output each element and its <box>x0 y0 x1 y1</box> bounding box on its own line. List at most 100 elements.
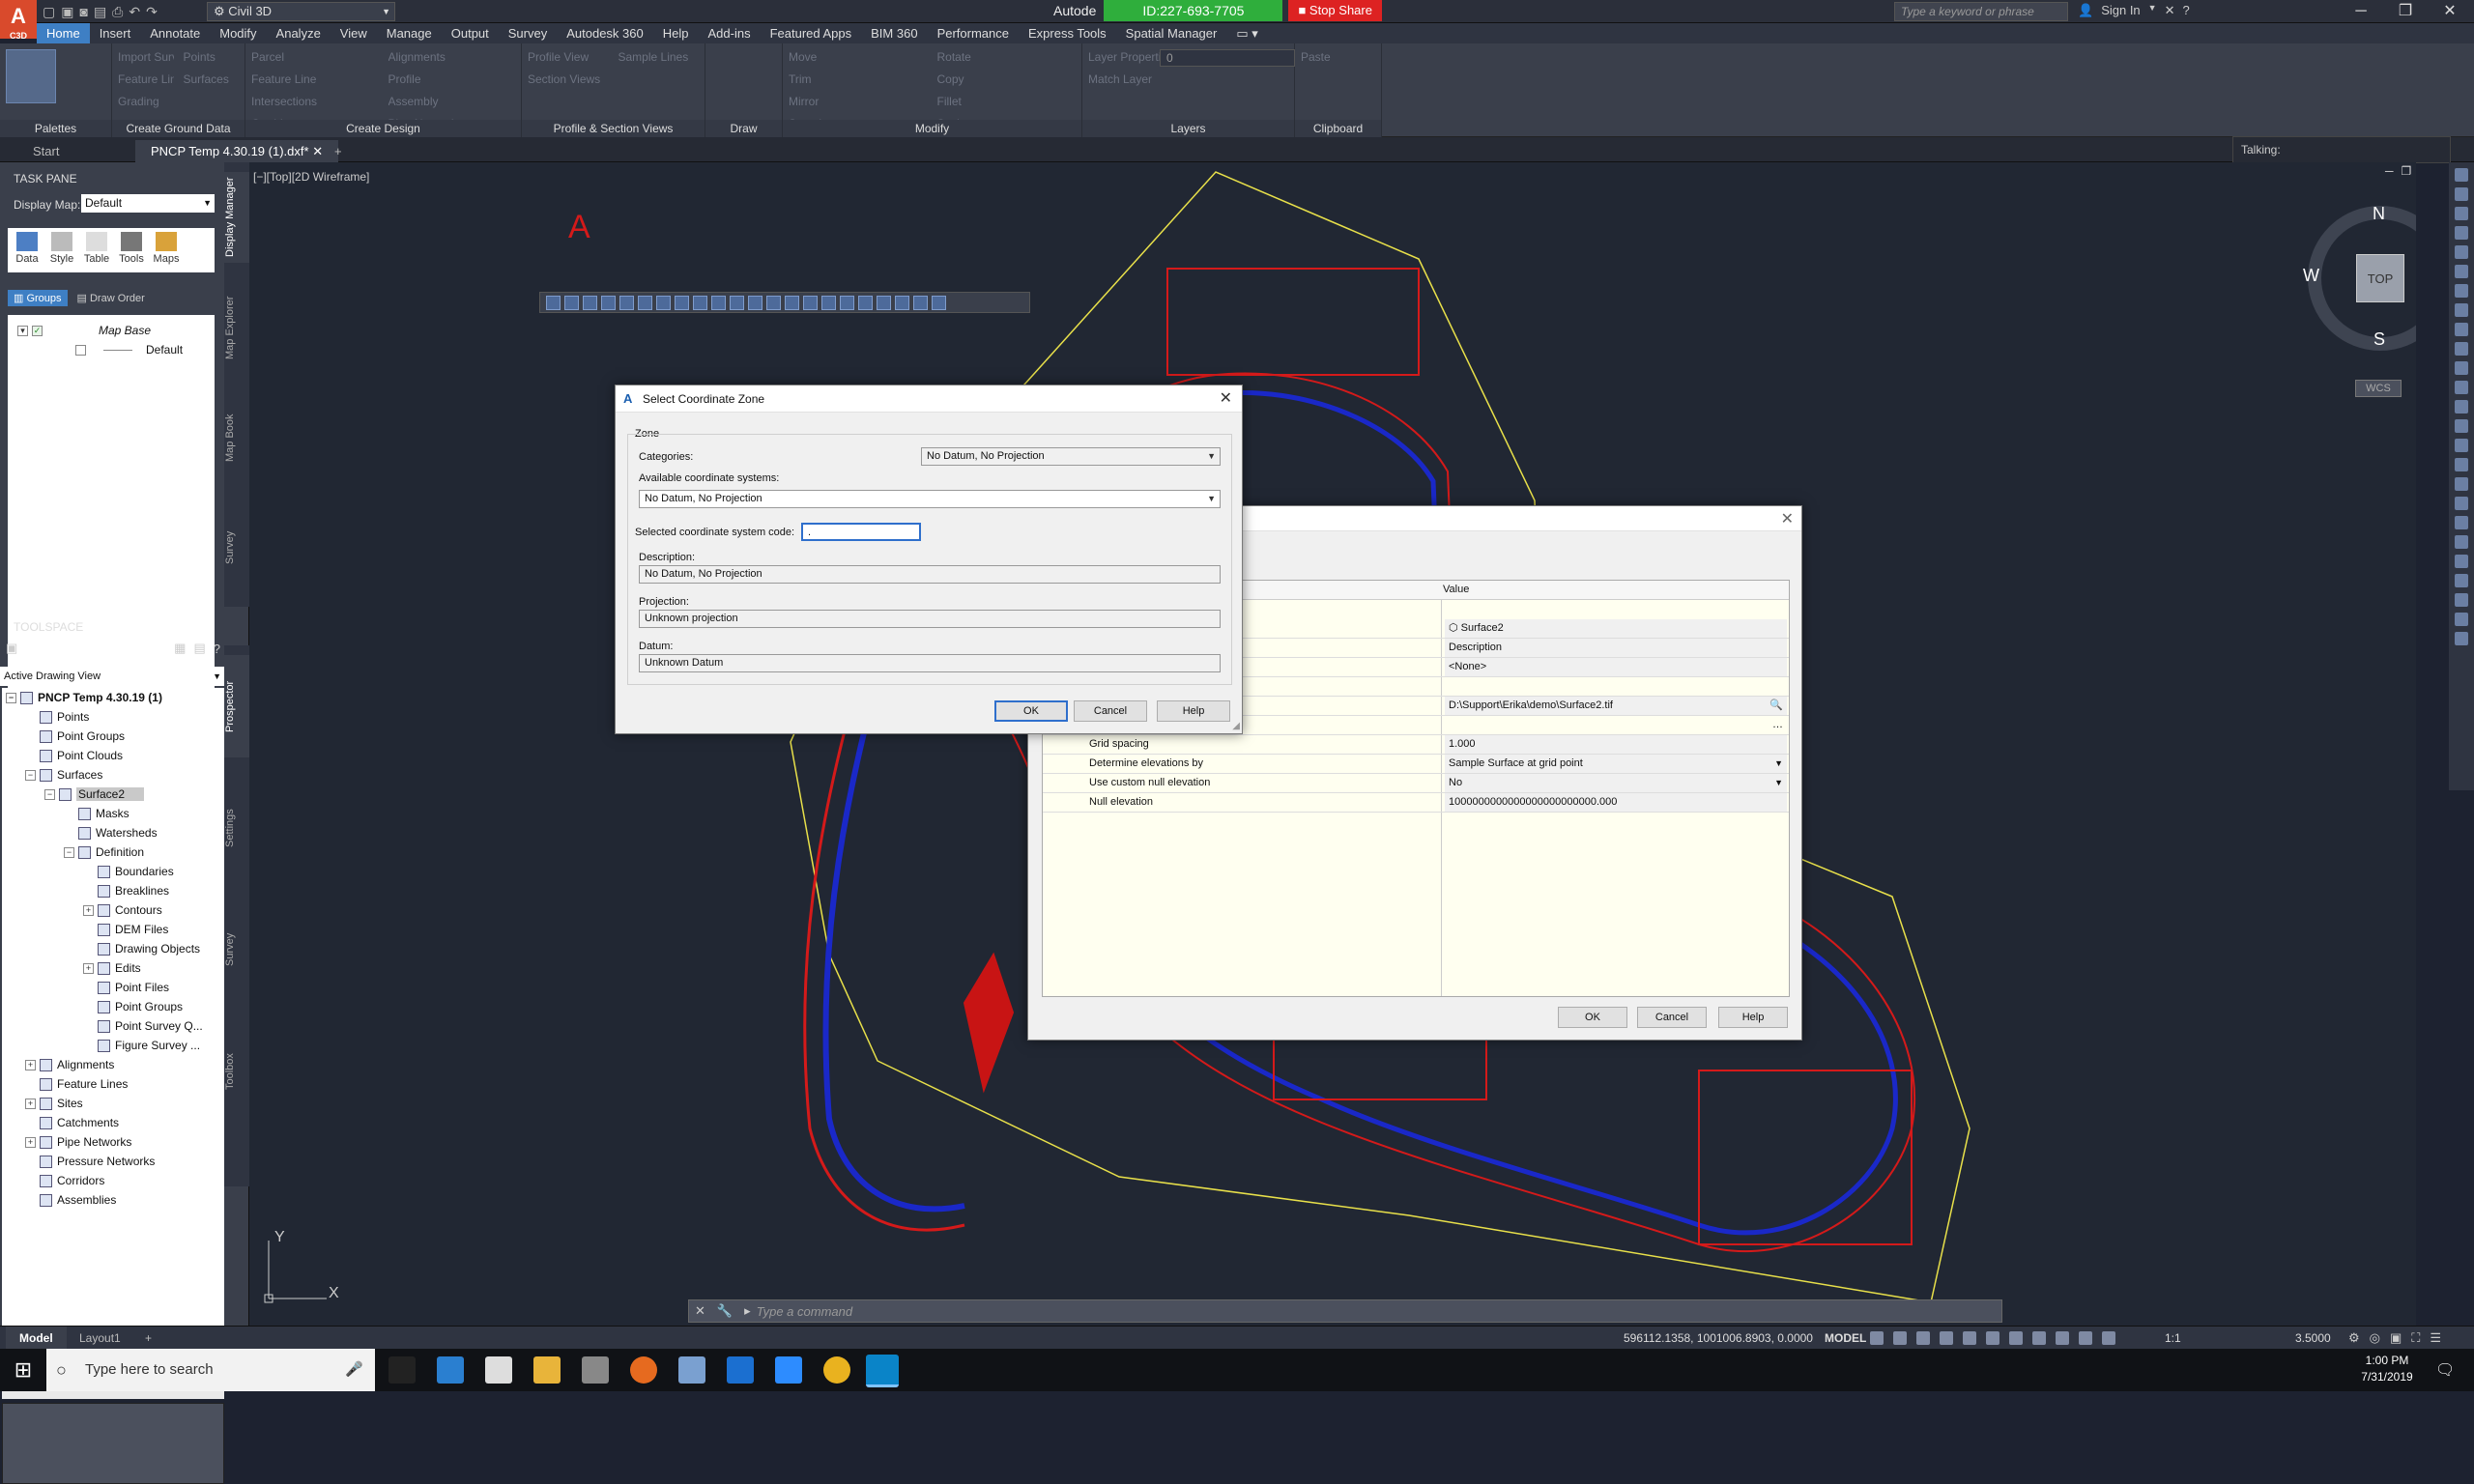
prospector-item[interactable]: Point Groups <box>6 727 224 746</box>
minimize-button[interactable]: ─ <box>2339 0 2383 23</box>
tool-icon[interactable] <box>2455 168 2468 182</box>
browser-icon[interactable] <box>437 1356 464 1384</box>
ribbon-panel-label[interactable]: Palettes <box>0 120 111 137</box>
groups-tab[interactable]: ▥ Groups <box>8 289 68 306</box>
help-button[interactable]: Help <box>1157 700 1230 722</box>
prospector-item[interactable]: Point Survey Q... <box>6 1016 224 1036</box>
units-icon[interactable] <box>2102 1331 2115 1345</box>
map-tool-icon[interactable] <box>730 295 744 310</box>
map-tool-icon[interactable] <box>675 295 689 310</box>
collapse-icon[interactable]: − <box>44 789 55 801</box>
dem-cancel-button[interactable]: Cancel <box>1637 1007 1707 1028</box>
print-icon[interactable]: ⎙ <box>112 4 123 20</box>
map-tool-icon[interactable] <box>564 295 579 310</box>
tab-autodesk-360[interactable]: Autodesk 360 <box>557 23 653 43</box>
prospector-item[interactable]: Watersheds <box>6 823 224 842</box>
model-tab[interactable]: Model <box>6 1327 67 1350</box>
tab-start[interactable]: Start <box>17 140 74 162</box>
expand-icon[interactable]: + <box>25 1099 36 1110</box>
tool-icon[interactable] <box>2455 400 2468 414</box>
model-space-button[interactable]: MODEL <box>1825 1327 1866 1350</box>
snap-icon[interactable] <box>1893 1331 1907 1345</box>
workspace-dropdown[interactable]: ⚙ Civil 3D ▼ <box>207 2 395 21</box>
tab-manage[interactable]: Manage <box>377 23 442 43</box>
clock[interactable]: 1:00 PM 7/31/2019 <box>2348 1353 2426 1385</box>
prospector-item[interactable]: Catchments <box>6 1113 224 1132</box>
map-tool-icon[interactable] <box>821 295 836 310</box>
tab-performance[interactable]: Performance <box>928 23 1019 43</box>
close-icon[interactable]: ✕ <box>1220 385 1232 413</box>
ribbon-item[interactable]: Import Survey Data <box>118 47 174 67</box>
checkbox-icon[interactable] <box>75 345 86 357</box>
ribbon-panel-label[interactable]: Create Design <box>245 120 521 137</box>
prospector-item[interactable]: DEM Files <box>6 920 224 939</box>
prospector-item[interactable]: + Alignments <box>6 1055 224 1074</box>
ribbon-item[interactable]: Fillet <box>937 92 1077 111</box>
ribbon-item[interactable]: Surfaces <box>184 70 240 89</box>
microphone-icon[interactable]: 🎤 <box>345 1349 363 1391</box>
app-icon[interactable] <box>678 1356 705 1384</box>
ribbon-panel-label[interactable]: Clipboard <box>1295 120 1381 137</box>
prospector-root[interactable]: − PNCP Temp 4.30.19 (1) <box>6 688 224 707</box>
checkbox-checked-icon[interactable]: ✓ <box>32 326 43 337</box>
collapse-icon[interactable]: ▾ <box>17 326 28 337</box>
prospector-item[interactable]: + Pipe Networks <box>6 1132 224 1152</box>
redo-icon[interactable]: ↷ <box>146 4 158 20</box>
side-tab-settings[interactable]: Settings <box>224 777 249 879</box>
app-menu-button[interactable]: A C3D <box>0 0 37 41</box>
lineweight-icon[interactable] <box>2009 1331 2023 1345</box>
tool-icon[interactable] <box>2455 535 2468 549</box>
map-tool-icon[interactable] <box>638 295 652 310</box>
prospector-item[interactable]: Point Clouds <box>6 746 224 765</box>
tool-icon[interactable] <box>2455 439 2468 452</box>
side-tab-display-manager[interactable]: Display Manager <box>224 172 249 263</box>
annotation-scale[interactable]: 1:1 <box>2165 1327 2181 1350</box>
dm-tool-data[interactable]: Data <box>12 232 43 269</box>
tab-insert[interactable]: Insert <box>90 23 141 43</box>
stop-share-button[interactable]: ■ Stop Share <box>1288 0 1382 21</box>
tool-icon[interactable] <box>2455 419 2468 433</box>
ok-button[interactable]: OK <box>994 700 1068 722</box>
ribbon-item[interactable]: Intersections <box>251 92 379 111</box>
prospector-item[interactable]: Assemblies <box>6 1190 224 1210</box>
collapse-icon[interactable]: − <box>64 847 74 859</box>
available-systems-select[interactable]: No Datum, No Projection ▼ <box>639 490 1221 508</box>
otrack-icon[interactable] <box>1986 1331 1999 1345</box>
tool-icon[interactable] <box>2455 207 2468 220</box>
compass-west[interactable]: W <box>2303 266 2319 286</box>
close-icon[interactable]: ✕ <box>1781 509 1794 528</box>
ribbon-item[interactable]: Grading <box>118 92 174 111</box>
help-search-input[interactable]: Type a keyword or phrase <box>1894 2 2068 21</box>
toolspace-pin-icon[interactable]: ▦ <box>174 641 186 656</box>
tool-icon[interactable] <box>2455 265 2468 278</box>
ribbon-item[interactable]: Move <box>789 47 928 67</box>
collapse-icon[interactable]: − <box>6 693 16 704</box>
ribbon-item[interactable]: Rotate <box>937 47 1077 67</box>
search-icon[interactable]: 🔍 <box>1769 697 1783 715</box>
zoom-readout[interactable]: 3.5000 <box>2295 1327 2331 1350</box>
ribbon-panel-label[interactable]: Profile & Section Views <box>522 120 705 137</box>
notifications-icon[interactable]: 🗨 <box>2435 1360 2455 1380</box>
ribbon-item[interactable]: Feature Line <box>118 70 174 89</box>
layout1-tab[interactable]: Layout1 <box>66 1327 134 1350</box>
ribbon-item[interactable]: Sample Lines <box>618 47 700 67</box>
tool-icon[interactable] <box>2455 381 2468 394</box>
compass-south[interactable]: S <box>2373 329 2385 350</box>
map-tool-icon[interactable] <box>766 295 781 310</box>
side-tab-prospector[interactable]: Prospector <box>224 655 249 757</box>
map-tool-icon[interactable] <box>583 295 597 310</box>
map-tool-icon[interactable] <box>840 295 854 310</box>
tool-icon[interactable] <box>2455 245 2468 259</box>
tool-icon[interactable] <box>2455 323 2468 336</box>
polar-icon[interactable] <box>1940 1331 1953 1345</box>
ribbon-item[interactable]: Parcel <box>251 47 379 67</box>
map-base-row[interactable]: ▾ ✓ Map Base <box>17 321 205 340</box>
close-button[interactable]: ✕ <box>2428 0 2472 23</box>
side-tab-toolbox[interactable]: Toolbox <box>224 1020 249 1123</box>
toolspace-view-select[interactable]: Active Drawing View ▼ <box>0 667 224 686</box>
workspace-icon[interactable]: ⚙ <box>2348 1330 2360 1346</box>
ortho-icon[interactable] <box>1916 1331 1930 1345</box>
expand-icon[interactable]: + <box>25 1060 36 1071</box>
view-cube[interactable]: TOP N S E W WCS <box>2303 204 2416 399</box>
ribbon-panel-label[interactable]: Modify <box>783 120 1081 137</box>
